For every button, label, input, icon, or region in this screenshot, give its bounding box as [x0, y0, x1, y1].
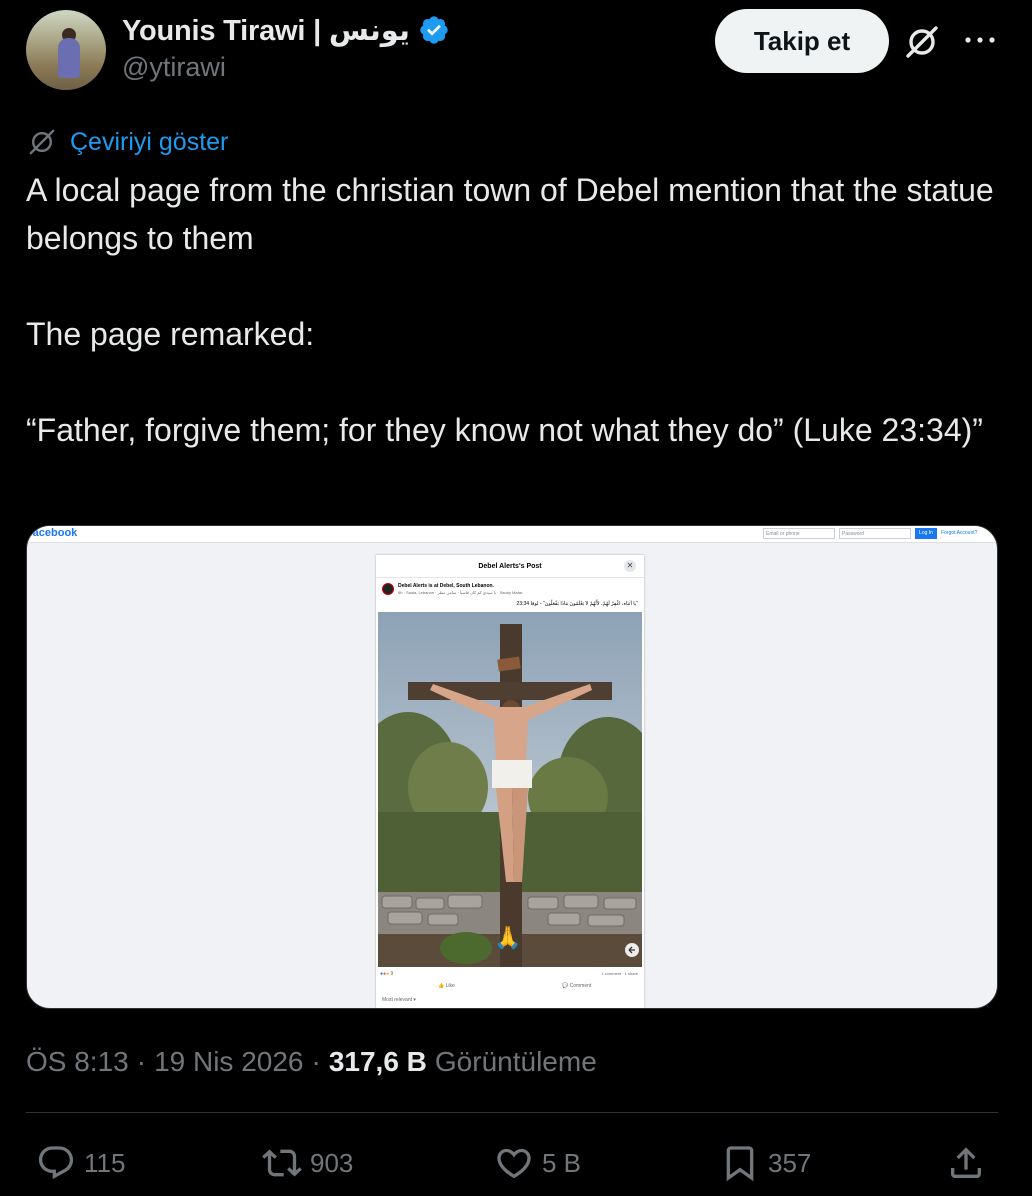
views-label: Görüntüleme [434, 1046, 597, 1077]
post-comment-label: Comment [569, 983, 592, 989]
translate-icon [29, 129, 55, 155]
post-comment: 💬 Comment [562, 983, 592, 989]
meta-separator: · [136, 1046, 147, 1077]
post-author: Debel Alerts is at Debel, South Lebanon. [398, 583, 494, 589]
like-button[interactable]: 5 B [494, 1138, 581, 1188]
post-divider [376, 577, 644, 578]
facebook-forgot-link: Forgot Account? [941, 530, 978, 536]
facebook-top-bar: facebook Email or phone Password Log In … [27, 526, 997, 543]
post-reactions: ●●● 9 [380, 971, 394, 977]
reply-icon [38, 1146, 74, 1180]
facebook-password-field: Password [839, 528, 911, 539]
tweet-time[interactable]: ÖS 8:13 [26, 1046, 129, 1078]
tweet-date[interactable]: 19 Nis 2026 [154, 1046, 303, 1078]
avatar[interactable] [26, 10, 106, 90]
post-stats: 1 comment · 1 share [601, 971, 638, 976]
pray-emoji: 🙏 [494, 925, 521, 950]
follow-button[interactable]: Takip et [715, 9, 889, 73]
post-meta: 6h · Saida, Lebanon · يا سيدي كم كان قاس… [398, 590, 523, 595]
post-title: Debel Alerts's Post [478, 563, 542, 570]
repost-icon [262, 1149, 302, 1177]
post-sort: Most relevant ▾ [382, 997, 416, 1003]
tweet-meta-row: ÖS 8:13 · 19 Nis 2026 · 317,6 B Görüntül… [26, 1040, 597, 1084]
heart-icon [497, 1148, 531, 1179]
reply-count: 115 [84, 1147, 126, 1178]
post-like: 👍 Like [438, 983, 455, 989]
translate-link[interactable]: Çeviriyi göster [70, 128, 228, 157]
views-count: 317,6 B [328, 1046, 427, 1077]
facebook-post-card: Debel Alerts's Post ✕ Debel Alerts is at… [376, 555, 644, 1008]
divider [26, 1112, 998, 1113]
post-avatar [382, 583, 394, 595]
repost-count: 903 [310, 1147, 354, 1178]
verified-badge-icon [420, 16, 448, 44]
bookmark-count: 357 [768, 1147, 812, 1178]
like-count: 5 B [542, 1147, 582, 1178]
translate-row[interactable]: Çeviriyi göster [26, 124, 228, 160]
close-icon: ✕ [624, 560, 636, 572]
author-name-row[interactable]: Younis Tirawi | يونس [122, 12, 450, 48]
display-name[interactable]: Younis Tirawi | يونس [122, 13, 410, 48]
reactions-count: 9 [390, 971, 394, 977]
post-like-label: Like [445, 983, 455, 989]
share-button[interactable] [946, 1138, 986, 1188]
tweet-text: A local page from the christian town of … [26, 172, 994, 448]
bookmark-button[interactable]: 357 [720, 1138, 811, 1188]
meta-separator: · [311, 1046, 321, 1077]
author-handle[interactable]: @ytirawi [122, 52, 226, 83]
facebook-logo: facebook [29, 527, 78, 539]
more-icon[interactable] [960, 30, 1000, 50]
bookmark-icon [726, 1146, 754, 1182]
crucifix-photo: 🙏 [378, 612, 642, 967]
avatar-figure [58, 38, 80, 78]
grok-icon[interactable] [902, 22, 942, 62]
facebook-email-field: Email or phone [763, 528, 835, 539]
repost-button[interactable]: 903 [262, 1138, 353, 1188]
reply-button[interactable]: 115 [36, 1138, 125, 1188]
facebook-login-button: Log In [915, 528, 937, 539]
share-icon [951, 1147, 981, 1178]
post-caption: "يا أبَتاه، اغْفِرْ لَهُمْ، لأَنَّهُمْ ل… [516, 601, 638, 607]
tweet-media[interactable]: facebook Email or phone Password Log In … [26, 525, 998, 1009]
